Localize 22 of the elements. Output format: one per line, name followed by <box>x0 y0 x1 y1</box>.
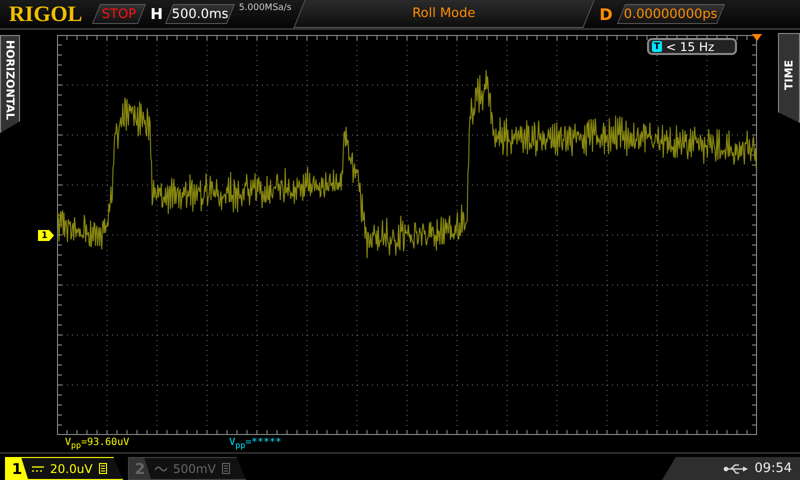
measurement-readout: V$_{pp}$=***** <box>229 437 282 450</box>
delay-label: D <box>599 4 613 24</box>
trigger-status[interactable]: T < 15 Hz <box>647 38 737 55</box>
time-menu-tab[interactable]: TIME <box>778 33 800 123</box>
horizontal-label: H <box>150 5 163 23</box>
dc-coupling-icon <box>32 464 44 472</box>
mode-display: Roll Mode <box>294 0 596 28</box>
sample-rate: 5.000MSa/s <box>238 3 292 13</box>
bandwidth-limit-icon <box>98 463 107 474</box>
brand-logo: RIGOL <box>9 1 82 27</box>
delay-display[interactable]: 0.00000000ps <box>616 4 725 24</box>
timebase-display[interactable]: 500.0ms <box>164 4 235 24</box>
horizontal-menu-tab[interactable]: HORIZONTAL <box>0 35 20 133</box>
channel-tab[interactable]: 1 20.0uV <box>5 457 123 480</box>
clock-time: 09:54 <box>754 461 792 476</box>
run-state-button[interactable]: STOP <box>92 4 146 24</box>
channel-marker[interactable]: 1 <box>38 230 54 241</box>
usb-icon <box>722 462 749 474</box>
trigger-position-icon <box>752 34 762 41</box>
bandwidth-limit-icon <box>222 463 230 474</box>
ac-coupling-icon <box>155 464 167 472</box>
measurement-readout: V$_{pp}$=93.60uV <box>65 437 130 450</box>
